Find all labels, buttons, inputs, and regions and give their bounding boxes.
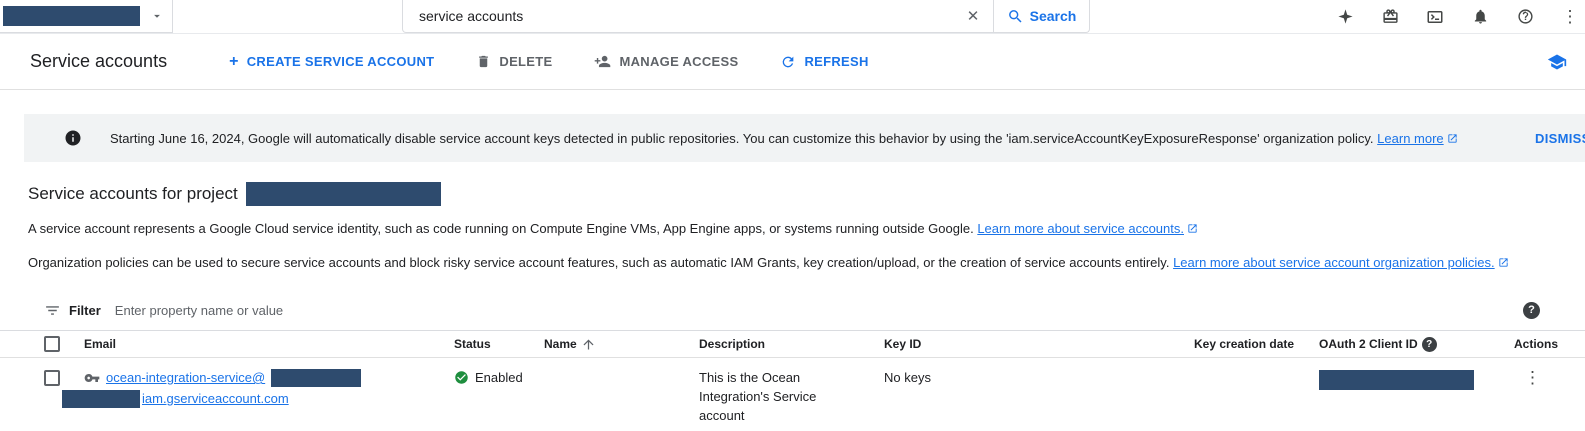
name-cell: [540, 366, 695, 368]
column-header-name[interactable]: Name: [540, 337, 695, 352]
redacted-project-name: [3, 6, 140, 26]
service-account-email-link[interactable]: ocean-integration-service@: [106, 368, 265, 387]
redacted-project-name-heading: [246, 182, 441, 206]
status-cell: Enabled: [450, 366, 540, 387]
status-text: Enabled: [475, 368, 523, 387]
external-link-icon: [1498, 257, 1509, 268]
external-link-icon: [1447, 133, 1458, 144]
column-header-email[interactable]: Email: [80, 337, 450, 351]
chevron-down-icon: [150, 9, 164, 23]
more-vert-icon[interactable]: ⋮: [1561, 8, 1579, 26]
status-enabled-icon: [454, 370, 469, 385]
row-checkbox[interactable]: [44, 370, 60, 386]
trash-icon: [476, 54, 491, 69]
page-title: Service accounts: [30, 51, 167, 72]
refresh-button[interactable]: REFRESH: [780, 54, 868, 70]
delete-button[interactable]: DELETE: [476, 54, 552, 69]
search-input[interactable]: [403, 0, 953, 32]
refresh-icon: [780, 54, 796, 70]
main-content: Service accounts for project A service a…: [0, 182, 1585, 271]
learn-more-service-accounts-link[interactable]: Learn more about service accounts.: [977, 221, 1184, 236]
key-creation-date-cell: [1190, 366, 1315, 368]
table-row: ocean-integration-service@ iam.gservicea…: [0, 358, 1585, 431]
clear-search-icon[interactable]: ✕: [953, 0, 993, 32]
table-header-row: Email Status Name Description Key ID Key…: [0, 330, 1585, 358]
filter-icon: [44, 302, 61, 319]
project-selector[interactable]: [0, 0, 173, 33]
column-header-key-id[interactable]: Key ID: [880, 337, 1190, 351]
service-accounts-toolbar: Service accounts + CREATE SERVICE ACCOUN…: [0, 34, 1585, 90]
top-app-bar: ✕ Search ⋮: [0, 0, 1585, 34]
service-account-email-domain-link[interactable]: iam.gserviceaccount.com: [142, 389, 289, 408]
gemini-icon[interactable]: [1336, 8, 1354, 26]
redacted-email-project-2: [62, 390, 140, 408]
section-heading: Service accounts for project: [28, 184, 238, 204]
create-service-account-button[interactable]: + CREATE SERVICE ACCOUNT: [229, 53, 434, 71]
column-header-key-creation-date[interactable]: Key creation date: [1190, 337, 1315, 351]
external-link-icon: [1187, 223, 1198, 234]
oauth2-client-id-cell: [1315, 366, 1510, 395]
learn-more-org-policies-link[interactable]: Learn more about service account organiz…: [1173, 255, 1495, 270]
cloud-shell-icon[interactable]: [1426, 8, 1444, 26]
search-button[interactable]: Search: [993, 0, 1089, 32]
column-header-actions: Actions: [1510, 337, 1585, 351]
plus-icon: +: [229, 53, 239, 71]
service-account-key-icon: [84, 370, 100, 386]
oauth2-help-icon[interactable]: ?: [1422, 337, 1437, 352]
help-icon[interactable]: [1516, 8, 1534, 26]
description-paragraph-1: A service account represents a Google Cl…: [28, 220, 1585, 237]
row-actions-menu-icon[interactable]: ⋮: [1510, 366, 1585, 387]
learn-panel-icon[interactable]: [1547, 52, 1567, 72]
banner-learn-more-link[interactable]: Learn more: [1377, 131, 1443, 146]
filter-input[interactable]: [115, 303, 1523, 318]
info-icon: [64, 129, 82, 147]
email-cell: ocean-integration-service@ iam.gservicea…: [80, 366, 450, 408]
topbar-icon-group: ⋮: [1336, 0, 1579, 33]
search-icon: [1007, 8, 1024, 25]
person-add-icon: [594, 53, 611, 70]
key-id-cell: No keys: [880, 366, 1190, 387]
column-header-status[interactable]: Status: [450, 337, 540, 351]
dismiss-button[interactable]: DISMISS: [1535, 131, 1585, 146]
description-cell: This is the Ocean Integration's Service …: [695, 366, 880, 425]
redacted-email-project: [271, 369, 361, 387]
notifications-icon[interactable]: [1471, 8, 1489, 26]
search-button-label: Search: [1030, 8, 1077, 24]
table-filter-bar: Filter ?: [0, 295, 1585, 325]
column-header-description[interactable]: Description: [695, 337, 880, 351]
select-all-checkbox[interactable]: [44, 336, 60, 352]
column-header-oauth2-client-id[interactable]: OAuth 2 Client ID ?: [1315, 337, 1510, 352]
filter-help-icon[interactable]: ?: [1523, 302, 1540, 319]
gift-icon[interactable]: [1381, 8, 1399, 26]
sort-ascending-icon: [581, 337, 596, 352]
key-exposure-banner: Starting June 16, 2024, Google will auto…: [24, 114, 1585, 162]
filter-label: Filter: [69, 303, 101, 318]
description-paragraph-2: Organization policies can be used to sec…: [28, 254, 1585, 271]
redacted-oauth2-client-id: [1319, 370, 1474, 390]
global-search: ✕ Search: [402, 0, 1090, 33]
manage-access-button[interactable]: MANAGE ACCESS: [594, 53, 738, 70]
banner-text: Starting June 16, 2024, Google will auto…: [110, 131, 1458, 146]
